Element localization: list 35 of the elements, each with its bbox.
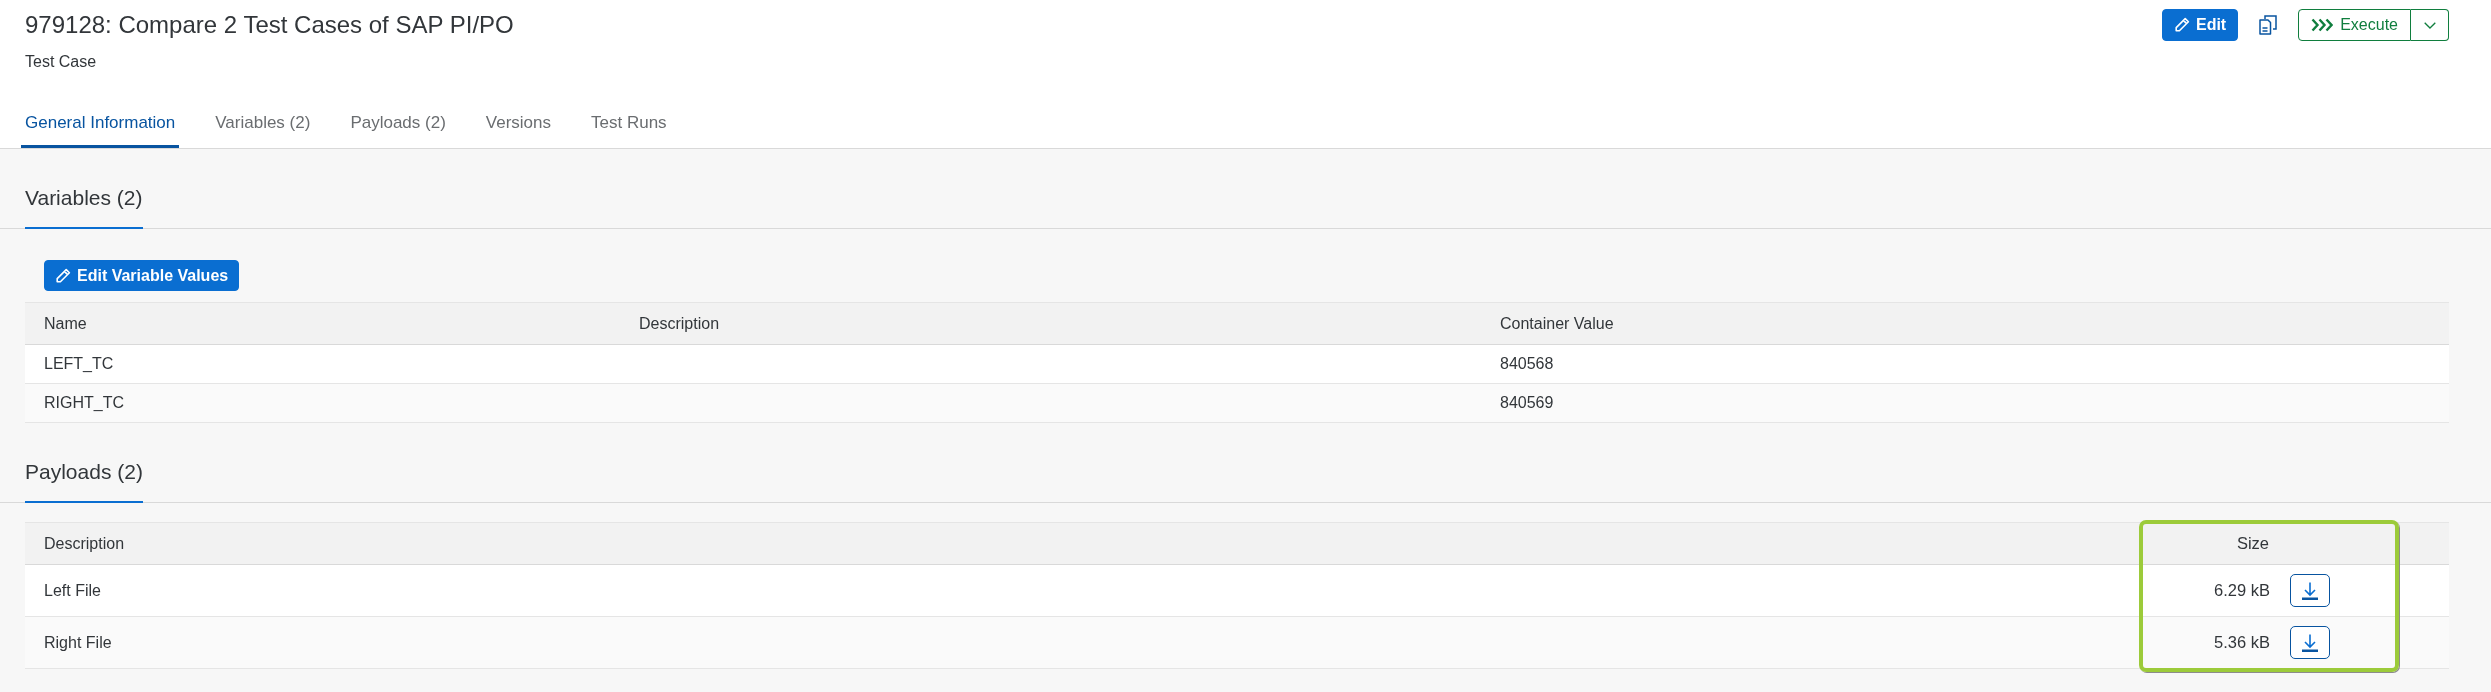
page-title: 979128: Compare 2 Test Cases of SAP PI/PO: [25, 10, 514, 40]
table-cell: 840568: [1500, 355, 1554, 373]
download-icon: [2301, 581, 2319, 600]
column-header: Size: [2236, 534, 2270, 553]
tab[interactable]: General Information: [21, 100, 180, 148]
table-cell: Left File: [44, 581, 101, 600]
column-header: Description: [44, 534, 125, 553]
tab[interactable]: Payloads (2): [346, 100, 450, 148]
section-title: Payloads (2): [25, 458, 143, 503]
download-icon: [2301, 633, 2319, 652]
table-cell: LEFT_TC: [44, 355, 114, 373]
file-size: 6.29 kB: [2214, 581, 2270, 600]
documents-icon: [2259, 15, 2278, 35]
edit-button[interactable]: Edit: [2161, 9, 2239, 41]
page-subtitle: Test Case: [25, 52, 98, 72]
table-cell: 840569: [1500, 394, 1554, 412]
table-cell: RIGHT_TC: [44, 394, 124, 412]
execute-button[interactable]: Execute: [2298, 9, 2411, 41]
tab[interactable]: Variables (2): [211, 100, 315, 148]
column-header: Container Value: [1500, 314, 1614, 333]
column-header: Description: [639, 314, 720, 333]
download-button[interactable]: [2290, 626, 2330, 659]
tab[interactable]: Test Runs: [587, 100, 671, 148]
download-button[interactable]: [2290, 574, 2330, 607]
column-header: Name: [44, 314, 87, 333]
file-size: 5.36 kB: [2214, 633, 2270, 652]
section-title: Variables (2): [25, 184, 143, 229]
tab[interactable]: Versions: [481, 100, 555, 148]
edit-variable-values-button[interactable]: Edit Variable Values: [44, 260, 240, 291]
caret-icon: [2423, 21, 2436, 29]
chevrons-icon: [2311, 18, 2334, 32]
table-cell: Right File: [44, 633, 112, 652]
pencil-icon: [55, 267, 71, 284]
dropdown-button[interactable]: [2411, 9, 2449, 41]
pencil-icon: [2173, 17, 2190, 33]
